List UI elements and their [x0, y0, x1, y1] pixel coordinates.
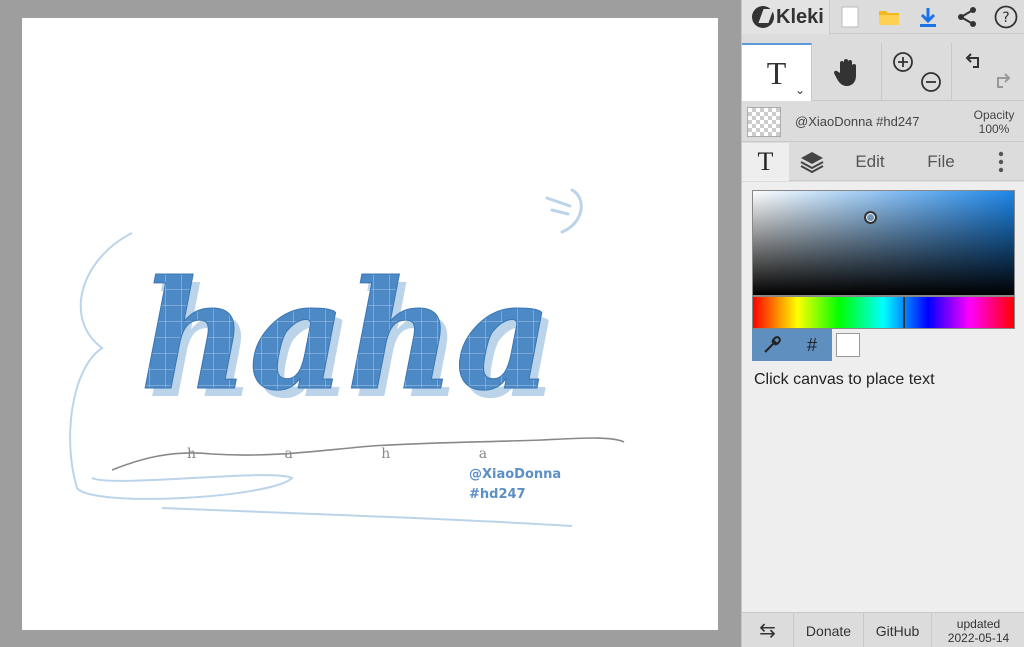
eyedropper-icon [764, 336, 781, 353]
updated-date: 2022-05-14 [947, 630, 1010, 645]
layer-opacity: Opacity 100% [963, 108, 1024, 136]
text-tool-button[interactable]: T ⌄ [742, 43, 812, 101]
top-toolbar: Kleki ? [742, 0, 1024, 34]
more-menu-button[interactable] [976, 143, 1024, 181]
decor-swoosh-bottom [161, 507, 573, 527]
active-layer-row[interactable]: @XiaoDonna #hd247 Opacity 100% [742, 102, 1024, 142]
help-icon: ? [994, 5, 1017, 29]
swap-ui-side-button[interactable]: ⇆ [742, 613, 794, 647]
tool-row: T ⌄ [742, 43, 1024, 101]
updated-label: updated [956, 616, 1001, 631]
main-word: haha [140, 248, 553, 424]
github-link[interactable]: GitHub [864, 613, 932, 647]
hand-tool-button[interactable] [812, 43, 882, 101]
drawing-canvas[interactable]: h a h a haha haha @XiaoDonna #hd247 [22, 18, 718, 630]
zoom-in-icon[interactable] [892, 51, 914, 73]
opacity-value: 100% [978, 121, 1010, 136]
sidebar: Kleki ? T ⌄ @XiaoDonna #hd247 Opacity 10… [741, 0, 1024, 647]
hex-input-button[interactable]: # [792, 329, 832, 361]
eyedropper-button[interactable] [752, 329, 792, 361]
share-button[interactable] [947, 0, 986, 34]
current-color-swatch[interactable] [836, 333, 860, 357]
bottom-bar: ⇆ Donate GitHub updated 2022-05-14 [742, 612, 1024, 647]
chevron-down-icon[interactable]: ⌄ [795, 83, 805, 97]
history-controls [952, 43, 1022, 101]
undo-icon[interactable] [964, 51, 986, 73]
signature-handle: @XiaoDonna [469, 467, 561, 482]
open-folder-icon [878, 11, 899, 25]
download-icon [919, 8, 936, 27]
hand-icon [833, 59, 856, 86]
hue-slider[interactable] [752, 296, 1015, 329]
tab-edit[interactable]: Edit [834, 143, 906, 181]
more-vertical-icon [998, 151, 1003, 172]
open-file-button[interactable] [869, 0, 908, 34]
opacity-label: Opacity [973, 107, 1015, 122]
layers-icon [800, 151, 823, 173]
tab-tool-settings[interactable]: T [742, 142, 789, 181]
script-word: h a h a [187, 446, 529, 462]
kleki-logo-icon [752, 6, 774, 28]
share-icon [957, 7, 976, 27]
new-file-icon [841, 6, 858, 28]
app-name: Kleki [776, 5, 824, 28]
tab-layers[interactable] [789, 143, 834, 181]
panel-tabs: T Edit File [742, 142, 1024, 181]
help-button[interactable]: ? [986, 0, 1024, 34]
redo-icon[interactable] [990, 71, 1012, 93]
zoom-controls [882, 43, 952, 101]
layer-name: @XiaoDonna #hd247 [795, 114, 920, 129]
artwork: h a h a haha haha @XiaoDonna #hd247 [69, 188, 625, 527]
color-saturation-value-picker[interactable] [752, 190, 1015, 296]
canvas-workspace[interactable]: h a h a haha haha @XiaoDonna #hd247 [0, 0, 741, 647]
decor-accent-marks [545, 188, 583, 234]
new-file-button[interactable] [830, 0, 869, 34]
signature-tag: #hd247 [469, 487, 526, 502]
text-tool-icon: T [766, 54, 787, 91]
download-button[interactable] [908, 0, 947, 34]
zoom-out-icon[interactable] [920, 71, 942, 93]
tab-file[interactable]: File [906, 143, 976, 181]
swap-icon: ⇆ [759, 620, 776, 642]
color-picker-cursor[interactable] [864, 211, 877, 224]
svg-text:?: ? [1002, 10, 1009, 26]
text-tool-hint: Click canvas to place text [754, 371, 935, 388]
tool-settings-panel: # Click canvas to place text [742, 182, 1024, 612]
hue-slider-handle[interactable] [903, 297, 905, 328]
updated-info[interactable]: updated 2022-05-14 [932, 613, 1024, 647]
layer-thumbnail [747, 106, 781, 137]
color-tools-row: # [752, 329, 860, 361]
donate-link[interactable]: Donate [794, 613, 864, 647]
app-logo[interactable]: Kleki [742, 0, 830, 34]
